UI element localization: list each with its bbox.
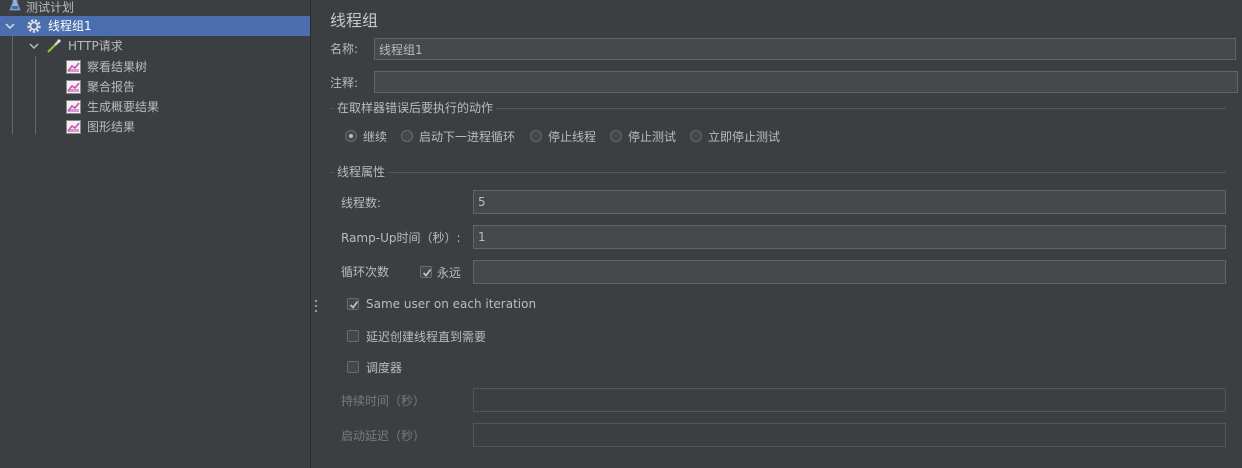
radio-continue[interactable]: 继续 [345,127,387,145]
tree-item-label: 生成概要结果 [87,100,160,114]
page-title: 线程组 [330,11,379,30]
checkbox-indicator[interactable] [347,361,359,373]
error-action-section-title: 在取样器错误后要执行的动作 [334,100,497,116]
rampup-label: Ramp-Up时间（秒）: [341,231,461,245]
splitter-grip-dot [315,300,317,302]
tree-item-test-plan[interactable]: 测试计划 [8,0,308,17]
tree-item-view-results-tree[interactable]: 察看结果树 [0,57,300,77]
startup-delay-input[interactable] [473,423,1226,447]
tree-item-label: 聚合报告 [87,80,136,94]
thread-count-input[interactable] [473,190,1226,214]
tree-item-summary-results[interactable]: 生成概要结果 [0,97,300,117]
comment-input[interactable] [374,71,1238,93]
radio-stop-test[interactable]: 停止测试 [610,127,676,145]
radio-label: 立即停止测试 [708,129,781,144]
test-plan-icon [8,0,22,18]
duration-input[interactable] [473,388,1226,412]
tree-item-thread-group[interactable]: 线程组1 [0,16,310,36]
radio-indicator[interactable] [401,130,413,142]
radio-stop-thread[interactable]: 停止线程 [530,127,596,145]
tree-item-label: 线程组1 [48,19,92,33]
radio-label: 继续 [363,129,388,144]
checkbox-label: 调度器 [366,360,403,375]
tree-item-label: 测试计划 [26,0,75,15]
test-plan-tree[interactable]: 测试计划 线程组1 HTTP请求 察看结果树 聚合报告 生成概要结果 图形结果 [0,0,310,468]
radio-indicator[interactable] [530,130,542,142]
tree-item-label: 图形结果 [87,120,136,134]
rampup-input[interactable] [473,225,1226,249]
loop-count-input[interactable] [473,260,1226,284]
radio-label: 启动下一进程循环 [419,129,516,144]
name-label: 名称: [330,42,359,56]
duration-label: 持续时间（秒） [341,394,426,408]
tree-item-label: HTTP请求 [68,39,123,53]
checkbox-indicator[interactable] [347,330,359,342]
thread-count-label: 线程数: [341,196,382,210]
startup-delay-label: 启动延迟（秒） [341,429,426,443]
chevron-down-icon[interactable] [28,36,40,56]
checkbox-indicator[interactable] [347,298,359,310]
checkbox-label: 延迟创建线程直到需要 [366,329,487,344]
chevron-down-icon[interactable] [4,16,16,36]
checkbox-label: Same user on each iteration [366,297,537,311]
thread-group-panel: 线程组 名称: 注释: 在取样器错误后要执行的动作 继续 启动下一进程循环 停止… [320,0,1242,468]
loop-count-label: 循环次数 [341,265,390,279]
delay-thread-creation-checkbox[interactable]: 延迟创建线程直到需要 [347,327,486,345]
comment-label: 注释: [330,76,359,90]
radio-indicator[interactable] [610,130,622,142]
radio-label: 停止测试 [628,129,677,144]
splitter-grip-dot [315,310,317,312]
radio-indicator[interactable] [690,130,702,142]
checkbox-label: 永远 [437,265,462,280]
thread-properties-section-title: 线程属性 [334,164,389,180]
radio-stop-test-now[interactable]: 立即停止测试 [690,127,780,145]
section-divider [330,172,1226,173]
radio-start-next-loop[interactable]: 启动下一进程循环 [401,127,515,145]
tree-item-aggregate-report[interactable]: 聚合报告 [0,77,300,97]
same-user-checkbox[interactable]: Same user on each iteration [347,295,536,313]
tree-item-graph-results[interactable]: 图形结果 [0,117,300,137]
scheduler-checkbox[interactable]: 调度器 [347,358,402,376]
radio-indicator[interactable] [345,130,357,142]
forever-checkbox[interactable]: 永远 [420,263,461,281]
checkmark-icon [422,269,432,277]
tree-item-label: 察看结果树 [87,60,148,74]
listener-chart-icon [66,120,81,140]
splitter-grip-dot [315,305,317,307]
checkbox-indicator[interactable] [420,266,432,278]
name-input[interactable] [374,38,1236,60]
checkmark-icon [349,301,359,309]
tree-item-http-request[interactable]: HTTP请求 [0,36,300,56]
radio-label: 停止线程 [548,129,597,144]
